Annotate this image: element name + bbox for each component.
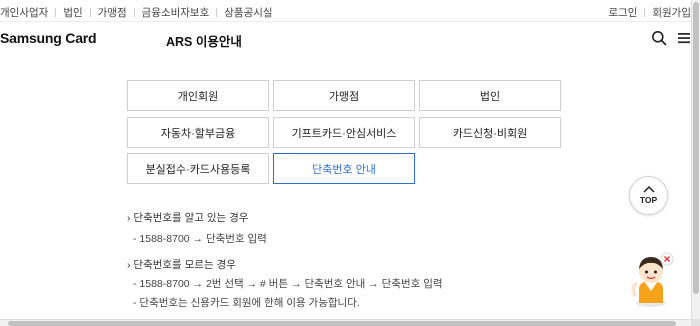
tab-label: 분실접수·카드사용등록 [145,163,251,176]
account-links: 로그인 회원가입 [608,5,691,20]
util-link-individual-business[interactable]: 개인사업자 [0,5,48,20]
tab-shortcut-number-guide[interactable]: 단축번호 안내 [273,153,415,184]
top-button-label: TOP [639,194,658,205]
util-link-corporate[interactable]: 법인 [63,5,82,20]
chatbot-character-icon[interactable] [627,251,675,309]
login-link[interactable]: 로그인 [608,5,637,20]
browser-viewport: 개인사업자 법인 가맹점 금융소비자보호 상품공시실 로그인 회원가입 Sams… [0,0,691,319]
tab-giftcard-safety-service[interactable]: 기프트카드·안심서비스 [273,117,415,148]
horizontal-scrollbar[interactable] [0,319,691,326]
tab-label: 카드신청·비회원 [452,127,528,140]
tab-card-application-nonmember[interactable]: 카드신청·비회원 [419,117,561,148]
scrollbar-thumb[interactable] [8,321,676,326]
tab-corporate[interactable]: 법인 [419,80,561,111]
divider [216,8,218,17]
divider [644,8,646,17]
join-link[interactable]: 회원가입 [652,5,691,20]
tab-label: 가맹점 [328,90,360,103]
scrollbar-corner [691,319,700,326]
util-link-product-disclosure[interactable]: 상품공시실 [224,5,272,20]
menu-icon[interactable] [677,31,691,45]
tab-label: 기프트카드·안심서비스 [291,127,397,140]
shortcut-eligibility-note: - 단축번호는 신용카드 회원에 한해 이용 가능합니다. [133,297,360,309]
tab-merchant[interactable]: 가맹점 [273,80,415,111]
search-icon[interactable] [651,30,667,46]
unknown-shortcut-step: - 1588-8700 → 2번 선택 → # 버튼 → 단축번호 안내 → 단… [133,278,443,290]
page-title: ARS 이용안내 [166,35,242,49]
tab-label: 자동차·할부금융 [160,127,236,140]
tab-lost-report-card-registration[interactable]: 분실접수·카드사용등록 [127,153,269,184]
tab-label: 단축번호 안내 [312,163,376,176]
divider [89,8,91,17]
chevron-up-icon [642,185,655,193]
utility-bar: 개인사업자 법인 가맹점 금융소비자보호 상품공시실 로그인 회원가입 [0,0,691,22]
scrollbar-thumb[interactable] [693,2,699,294]
vertical-scrollbar[interactable] [691,0,700,319]
utility-links: 개인사업자 법인 가맹점 금융소비자보호 상품공시실 [0,5,273,20]
tab-individual-member[interactable]: 개인회원 [127,80,269,111]
util-link-consumer-protection[interactable]: 금융소비자보호 [142,5,210,20]
site-header: Samsung Card ARS 이용안내 [0,22,691,56]
tab-label: 법인 [479,90,501,103]
divider [55,8,57,17]
samsung-card-logo[interactable]: Samsung Card [0,30,97,46]
known-shortcut-step: - 1588-8700 → 단축번호 입력 [133,233,267,245]
tab-auto-installment-finance[interactable]: 자동차·할부금융 [127,117,269,148]
tab-label: 개인회원 [177,90,219,103]
scroll-to-top-button[interactable]: TOP [629,176,668,215]
divider [133,8,135,17]
unknown-shortcut-heading: › 단축번호를 모르는 경우 [127,259,236,271]
util-link-merchant[interactable]: 가맹점 [98,5,127,20]
known-shortcut-heading: › 단축번호를 알고 있는 경우 [127,212,249,224]
